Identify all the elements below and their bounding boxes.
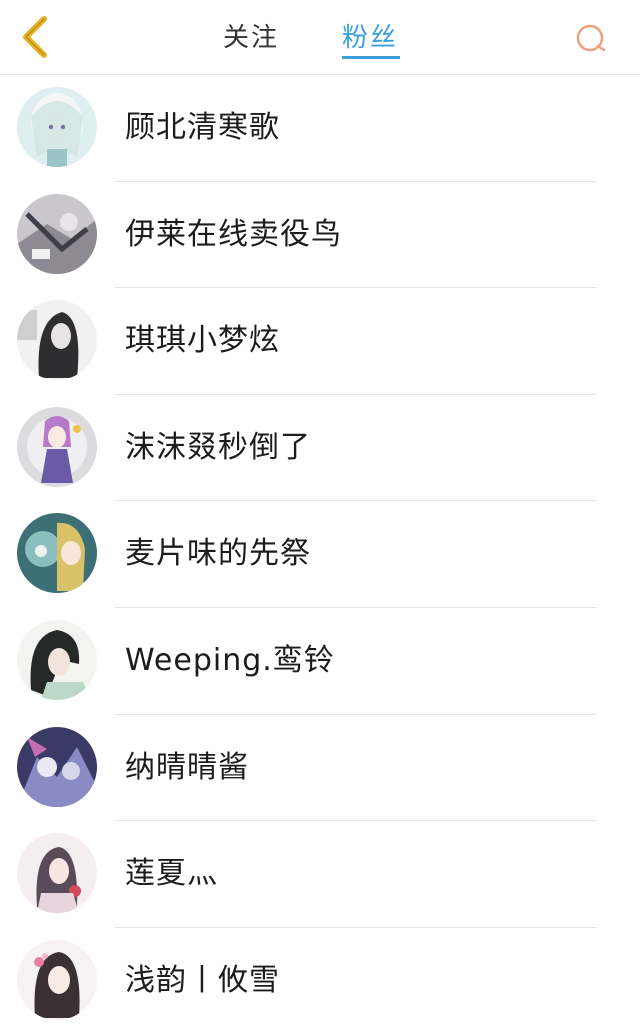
fan-row[interactable]: 顾北清寒歌 xyxy=(0,75,640,182)
fans-list: 顾北清寒歌 伊莱在线卖役鸟 琪琪小梦炫 沫沫叕秒倒了 麦片味的先祭 Weepin… xyxy=(0,75,640,1034)
fan-row[interactable]: Weeping.鸾铃 xyxy=(0,608,640,715)
fan-name: 纳晴晴酱 xyxy=(125,749,249,785)
fan-row[interactable]: 浅韵丨攸雪 xyxy=(0,928,640,1034)
fan-name: Weeping.鸾铃 xyxy=(125,642,335,678)
active-tab-indicator xyxy=(342,56,400,59)
fan-name: 沫沫叕秒倒了 xyxy=(125,429,311,465)
fan-name: 顾北清寒歌 xyxy=(125,110,280,145)
fan-row[interactable]: 伊莱在线卖役鸟 xyxy=(0,182,640,289)
fan-name: 琪琪小梦炫 xyxy=(125,323,280,359)
search-button[interactable] xyxy=(570,18,612,60)
avatar xyxy=(17,406,97,487)
fan-row[interactable]: 沫沫叕秒倒了 xyxy=(0,395,640,502)
fan-row[interactable]: 纳晴晴酱 xyxy=(0,715,640,822)
fan-row[interactable]: 莲夏灬 xyxy=(0,821,640,928)
fan-name: 莲夏灬 xyxy=(125,856,218,892)
avatar xyxy=(17,619,97,700)
tab-following[interactable]: 关注 xyxy=(223,18,279,58)
avatar xyxy=(17,939,97,1020)
avatar xyxy=(17,300,97,381)
avatar xyxy=(17,87,97,167)
fan-name: 麦片味的先祭 xyxy=(125,536,311,572)
avatar xyxy=(17,193,97,274)
avatar xyxy=(17,726,97,807)
avatar xyxy=(17,513,97,594)
tab-fans[interactable]: 粉丝 xyxy=(342,18,398,58)
back-button[interactable] xyxy=(10,12,60,62)
avatar xyxy=(17,833,97,914)
fan-row[interactable]: 琪琪小梦炫 xyxy=(0,288,640,395)
fan-name: 伊莱在线卖役鸟 xyxy=(125,216,342,252)
chevron-left-icon xyxy=(23,16,47,58)
fan-row[interactable]: 麦片味的先祭 xyxy=(0,501,640,608)
search-icon xyxy=(576,24,606,52)
top-bar: 关注 粉丝 xyxy=(0,0,640,75)
